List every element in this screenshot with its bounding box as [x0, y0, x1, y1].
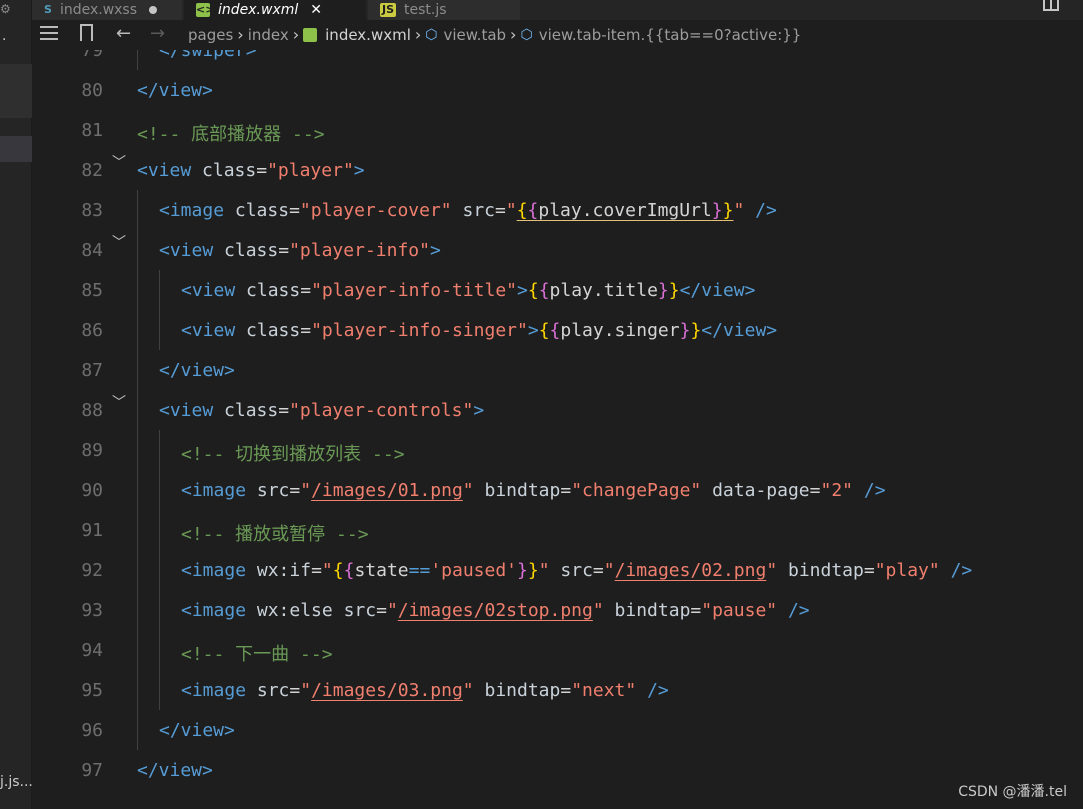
code-line: 93 <image wx:else src="/images/02stop.pn… [32, 590, 1083, 630]
line-number: 87 [81, 360, 103, 381]
line-number: 82 [81, 160, 103, 181]
line-number: 88 [81, 400, 103, 421]
code-text: <image wx:else src="/images/02stop.png" … [181, 600, 810, 621]
line-number: 94 [81, 640, 103, 661]
line-number: 93 [81, 600, 103, 621]
code-comment: <!-- 下一曲 --> [181, 644, 333, 665]
tab-label: index.wxml [218, 2, 299, 18]
explorer-selected-block[interactable] [0, 64, 32, 118]
code-text: <view class="player-info"> [159, 240, 441, 261]
code-text: <view class="player"> [137, 160, 365, 181]
arrow-right-icon[interactable]: → [150, 23, 165, 44]
chevron-right-icon: › [292, 25, 300, 44]
code-text: <image src="/images/01.png" bindtap="cha… [181, 480, 886, 501]
breadcrumb: ← → pages › index › index.wxml › ⬡ view.… [32, 20, 1083, 50]
line-number: 81 [81, 120, 103, 141]
line-number: 89 [81, 440, 103, 461]
code-line: 82 ﹀ <view class="player"> [32, 150, 1083, 190]
chevron-down-icon[interactable]: ﹀ [112, 232, 126, 252]
code-comment: <!-- 切换到播放列表 --> [181, 444, 405, 465]
breadcrumb-item-view-tab-item[interactable]: view.tab-item.{{tab==0?active:}} [539, 26, 802, 44]
code-line: 81 <!-- 底部播放器 --> [32, 110, 1083, 150]
code-line: 92 <image wx:if="{{state=='paused'}}" sr… [32, 550, 1083, 590]
outline-list-icon[interactable] [40, 24, 58, 42]
code-text: <view class="player-info-title">{{play.t… [181, 280, 756, 301]
code-line: 79 </swiper> [32, 50, 1083, 70]
code-line: 96 </view> [32, 710, 1083, 750]
explorer-hover-block[interactable] [0, 136, 32, 162]
unsaved-dot-icon[interactable] [149, 6, 158, 14]
code-text: <view class="player-info-singer">{{play.… [181, 320, 778, 341]
code-line: 97 </view> [32, 750, 1083, 790]
code-line: 88 ﹀ <view class="player-controls"> [32, 390, 1083, 430]
code-line: 85 <view class="player-info-title">{{pla… [32, 270, 1083, 310]
code-line: 80 </view> [32, 70, 1083, 110]
tab-label: index.wxss [59, 2, 138, 18]
line-number: 96 [81, 720, 103, 741]
code-text: </swiper> [159, 50, 257, 61]
breadcrumb-item-index[interactable]: index [248, 26, 289, 44]
arrow-left-icon[interactable]: ← [116, 23, 131, 44]
code-line: 91 <!-- 播放或暂停 --> [32, 510, 1083, 550]
breadcrumb-item-pages[interactable]: pages [188, 26, 233, 44]
code-line: 87 </view> [32, 350, 1083, 390]
line-number: 85 [81, 280, 103, 301]
csdn-watermark: CSDN @潘潘.tel [958, 784, 1067, 800]
code-text: <view class="player-controls"> [159, 400, 485, 421]
explorer-sidebar: ⚙ . j.js... [0, 0, 33, 809]
code-comment: <!-- 播放或暂停 --> [181, 524, 369, 545]
line-number: 86 [81, 320, 103, 341]
code-editor[interactable]: 79 </swiper> 80 </view> 81 <!-- 底部播放器 --… [32, 50, 1083, 809]
tab-label: test.js [404, 2, 447, 18]
tab-index-wxml[interactable]: <> index.wxml ✕ [184, 0, 366, 20]
code-line: 84 ﹀ <view class="player-info"> [32, 230, 1083, 270]
explorer-file-item[interactable]: j.js... [0, 774, 33, 790]
breadcrumb-item-file[interactable]: index.wxml [325, 26, 411, 44]
split-editor-icon[interactable] [1043, 0, 1059, 11]
element-cube-icon: ⬡ [520, 26, 533, 43]
chevron-down-icon[interactable]: ﹀ [112, 152, 126, 172]
code-line: 89 <!-- 切换到播放列表 --> [32, 430, 1083, 470]
code-line: 86 <view class="player-info-singer">{{pl… [32, 310, 1083, 350]
code-line: 83 <image class="player-cover" src="{{pl… [32, 190, 1083, 230]
code-text: <image class="player-cover" src="{{play.… [159, 200, 777, 221]
explorer-item-fragment[interactable]: . [2, 28, 6, 44]
breadcrumb-item-view-tab[interactable]: view.tab [444, 26, 507, 44]
code-line: 90 <image src="/images/01.png" bindtap="… [32, 470, 1083, 510]
chevron-right-icon: › [237, 25, 244, 44]
chevron-down-icon[interactable]: ﹀ [112, 392, 126, 412]
code-line: 94 <!-- 下一曲 --> [32, 630, 1083, 670]
line-number: 90 [81, 480, 103, 501]
editor-tab-bar: S index.wxss <> index.wxml ✕ JS test.js [32, 0, 1083, 20]
code-comment: <!-- 底部播放器 --> [137, 124, 325, 145]
line-number: 80 [81, 80, 103, 101]
code-text: </view> [159, 720, 235, 741]
code-text: <image src="/images/03.png" bindtap="nex… [181, 680, 669, 701]
js-file-icon: JS [380, 3, 396, 17]
code-text: </view> [159, 360, 235, 381]
chevron-right-icon: › [510, 25, 517, 44]
code-text: <image wx:if="{{state=='paused'}}" src="… [181, 560, 973, 581]
wxml-file-icon: <> [196, 3, 215, 17]
bookmark-icon[interactable] [80, 24, 93, 41]
code-text: </view> [137, 760, 213, 781]
line-number: 95 [81, 680, 103, 701]
element-cube-icon: ⬡ [425, 26, 438, 43]
tab-test-js[interactable]: JS test.js [368, 0, 520, 20]
line-number: 83 [81, 200, 103, 221]
line-number: 91 [81, 520, 103, 541]
breadcrumb-path: pages › index › index.wxml › ⬡ view.tab … [188, 25, 801, 44]
code-text: </view> [137, 80, 213, 101]
chevron-right-icon: › [414, 25, 422, 44]
line-number: 79 [81, 50, 103, 61]
wxss-file-icon: S [44, 3, 52, 16]
code-line: 95 <image src="/images/03.png" bindtap="… [32, 670, 1083, 710]
close-icon[interactable]: ✕ [310, 2, 322, 18]
line-number: 92 [81, 560, 103, 581]
wxml-file-icon [303, 27, 318, 42]
line-number: 84 [81, 240, 103, 261]
line-number: 97 [81, 760, 103, 781]
tab-index-wxss[interactable]: S index.wxss [32, 0, 182, 20]
gear-icon[interactable]: ⚙ [0, 2, 11, 16]
